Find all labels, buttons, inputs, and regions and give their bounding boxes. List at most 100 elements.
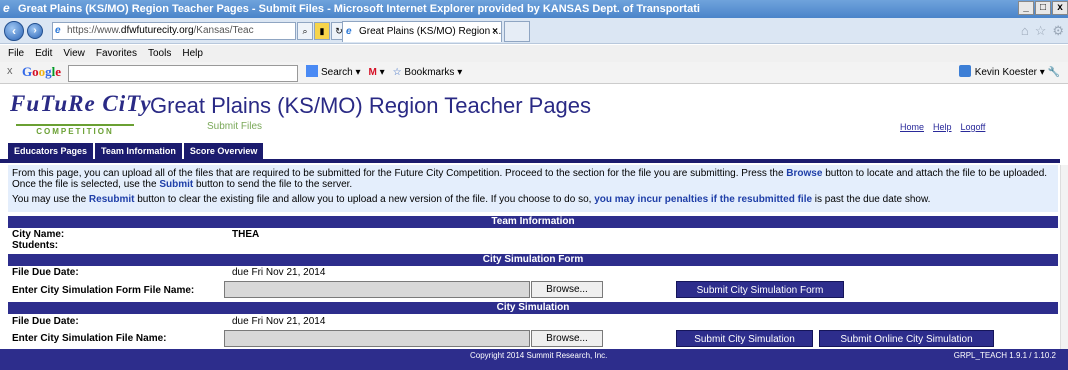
menu-view[interactable]: View: [63, 45, 85, 62]
sim-file-label: Enter City Simulation File Name:: [12, 333, 167, 344]
menu-bar: File Edit View Favorites Tools Help: [0, 45, 1068, 62]
address-prefix: https://www.: [67, 25, 121, 36]
menu-favorites[interactable]: Favorites: [96, 45, 137, 62]
minimize-button[interactable]: _: [1018, 1, 1034, 15]
sim-form-file-input[interactable]: [224, 281, 530, 298]
instructions-paragraph-2: You may use the Resubmit button to clear…: [12, 194, 1054, 205]
gear-icon[interactable]: ⚙: [1052, 23, 1064, 39]
p1-text-e: button to send the file to the server.: [193, 179, 353, 190]
team-information-header: Team Information: [8, 216, 1058, 228]
city-simulation-form-header: City Simulation Form: [8, 254, 1058, 266]
gmail-button[interactable]: M ▾: [369, 65, 385, 81]
home-link[interactable]: Home: [900, 122, 924, 132]
sim-browse-button[interactable]: Browse...: [531, 330, 603, 347]
browser-tab[interactable]: e Great Plains (KS/MO) Region ... ×: [342, 21, 502, 42]
logo-text: FuTuRe CiTy: [10, 91, 152, 116]
gmail-icon: M: [368, 67, 377, 78]
header-links: Home Help Logoff: [900, 122, 985, 132]
logoff-link[interactable]: Logoff: [961, 122, 986, 132]
tab-team-information[interactable]: Team Information: [95, 143, 182, 159]
google-tools: Search ▾ M ▾ ☆ Bookmarks ▾: [306, 65, 462, 81]
browser-tools: ⌂ ☆ ⚙: [1021, 23, 1064, 39]
lock-icon[interactable]: ▮: [314, 22, 330, 40]
new-tab-button[interactable]: [504, 21, 530, 42]
sim-form-due-row: File Due Date: due Fri Nov 21, 2014: [8, 267, 1058, 278]
sim-form-browse-button[interactable]: Browse...: [531, 281, 603, 298]
window-title: Great Plains (KS/MO) Region Teacher Page…: [18, 3, 700, 15]
city-name-label: City Name:: [12, 229, 65, 240]
logo-wordmark: FuTuRe CiTy: [10, 91, 152, 117]
students-row: Students:: [8, 240, 1058, 251]
user-name: Kevin Koester: [974, 67, 1037, 78]
sim-file-input[interactable]: [224, 330, 530, 347]
p1-text-a: From this page, you can upload all of th…: [12, 168, 787, 179]
close-tab-icon[interactable]: ×: [492, 22, 498, 42]
tab-underline: [0, 159, 1060, 163]
city-simulation-header: City Simulation: [8, 302, 1058, 314]
google-search-input[interactable]: [68, 65, 298, 82]
maximize-button[interactable]: □: [1035, 1, 1051, 15]
ie-icon: e: [3, 1, 10, 15]
page-scrollbar[interactable]: [1060, 165, 1068, 349]
submit-sim-button[interactable]: Submit City Simulation: [676, 330, 813, 347]
help-link[interactable]: Help: [933, 122, 952, 132]
sim-form-due-value: due Fri Nov 21, 2014: [232, 267, 326, 278]
page-content: FuTuRe CiTy COMPETITION Great Plains (KS…: [0, 85, 1068, 370]
wrench-icon[interactable]: 🔧: [1048, 67, 1060, 78]
title-bar: e Great Plains (KS/MO) Region Teacher Pa…: [0, 0, 1068, 18]
address-bar[interactable]: e https://www.dfwfuturecity.org/Kansas/T…: [52, 22, 296, 40]
students-label: Students:: [12, 240, 59, 251]
search-icon[interactable]: ⌕: [297, 22, 313, 40]
google-user[interactable]: Kevin Koester ▾ 🔧: [958, 65, 1060, 81]
google-search-button[interactable]: Search ▾: [306, 65, 361, 81]
star-icon: ☆: [392, 67, 402, 78]
menu-file[interactable]: File: [8, 45, 24, 62]
page-subtitle: Submit Files: [207, 121, 263, 132]
version-text: GRPL_TEACH 1.9.1 / 1.10.2: [953, 351, 1056, 360]
search-icon: [306, 65, 318, 77]
instructions-panel: From this page, you can upload all of th…: [8, 165, 1058, 212]
copyright-text: Copyright 2014 Summit Research, Inc.: [470, 351, 608, 360]
home-icon[interactable]: ⌂: [1021, 23, 1029, 39]
google-toolbar: x Google Search ▾ M ▾ ☆ Bookmarks ▾ Kevi…: [0, 62, 1068, 84]
sim-due-row: File Due Date: due Fri Nov 21, 2014: [8, 316, 1058, 327]
sim-due-value: due Fri Nov 21, 2014: [232, 316, 326, 327]
menu-help[interactable]: Help: [182, 45, 203, 62]
navigation-bar: ‹ › e https://www.dfwfuturecity.org/Kans…: [0, 18, 1068, 44]
browser-window: e Great Plains (KS/MO) Region Teacher Pa…: [0, 0, 1068, 370]
city-name-row: City Name: THEA: [8, 229, 1058, 240]
bookmarks-button[interactable]: ☆ Bookmarks ▾: [393, 65, 463, 81]
p2-resubmit-keyword: Resubmit: [88, 194, 135, 205]
address-tools: ⌕ ▮ ↻: [296, 22, 347, 40]
p1-submit-keyword: Submit: [159, 179, 194, 190]
address-domain: dfwfuturecity.org: [120, 25, 194, 36]
sim-due-label: File Due Date:: [12, 316, 79, 327]
menu-tools[interactable]: Tools: [148, 45, 171, 62]
site-tabs: Educators Pages Team Information Score O…: [8, 143, 264, 159]
google-logo: Google: [22, 64, 62, 79]
tab-title: Great Plains (KS/MO) Region ...: [359, 26, 502, 37]
menu-edit[interactable]: Edit: [35, 45, 52, 62]
logo-subtext: COMPETITION: [16, 124, 134, 136]
future-city-logo: FuTuRe CiTy COMPETITION: [8, 91, 151, 141]
back-icon[interactable]: ‹: [4, 21, 24, 41]
forward-icon[interactable]: ›: [27, 23, 43, 39]
close-toolbar-icon[interactable]: x: [7, 65, 13, 77]
p2-text-c: button to clear the existing file and al…: [134, 194, 595, 205]
p2-text-e: is past the due date show.: [812, 194, 931, 205]
favorites-icon[interactable]: ☆: [1035, 23, 1047, 39]
ie-page-icon: e: [55, 25, 61, 36]
window-controls: _ □ x: [1018, 1, 1068, 15]
city-name-value: THEA: [232, 229, 260, 240]
address-path: /Kansas/Teac: [193, 25, 254, 36]
submit-online-sim-button[interactable]: Submit Online City Simulation: [819, 330, 994, 347]
p1-browse-keyword: Browse: [786, 168, 823, 179]
tab-score-overview[interactable]: Score Overview: [183, 143, 264, 159]
tab-educators-pages[interactable]: Educators Pages: [8, 143, 94, 159]
close-button[interactable]: x: [1052, 1, 1068, 15]
ie-tab-icon: e: [346, 26, 352, 37]
page-footer: Copyright 2014 Summit Research, Inc. GRP…: [0, 349, 1068, 370]
submit-sim-form-button[interactable]: Submit City Simulation Form: [676, 281, 844, 298]
sim-form-file-label: Enter City Simulation Form File Name:: [12, 285, 195, 296]
instructions-paragraph-1: From this page, you can upload all of th…: [12, 168, 1054, 190]
